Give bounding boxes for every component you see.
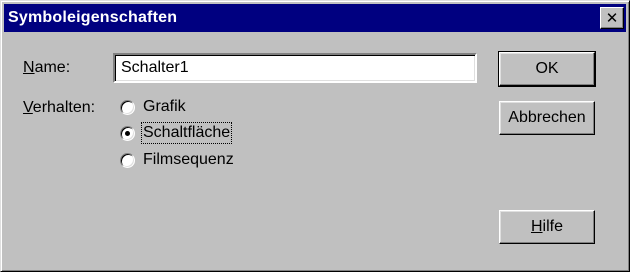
dialog-title: Symboleigenschaften xyxy=(8,9,178,26)
ok-button[interactable]: OK xyxy=(498,51,596,87)
radio-schaltflaeche[interactable]: Schaltfläche xyxy=(120,122,233,144)
symbol-properties-dialog: Symboleigenschaften ✕ Name: Verhalten: G… xyxy=(0,0,630,272)
behavior-label: Verhalten: xyxy=(23,99,96,116)
cancel-button[interactable]: Abbrechen xyxy=(499,101,595,135)
radio-grafik[interactable]: Grafik xyxy=(120,96,186,118)
radio-filmsequenz[interactable]: Filmsequenz xyxy=(120,149,234,171)
help-button[interactable]: Hilfe xyxy=(499,210,595,244)
radio-label-filmsequenz: Filmsequenz xyxy=(143,151,234,168)
close-icon: ✕ xyxy=(605,9,619,27)
close-button[interactable]: ✕ xyxy=(600,7,624,29)
name-label: Name: xyxy=(23,59,71,76)
name-input[interactable] xyxy=(113,53,477,83)
radio-button-schaltflaeche[interactable] xyxy=(120,125,135,141)
radio-label-schaltflaeche: Schaltfläche xyxy=(140,122,233,144)
radio-button-grafik[interactable] xyxy=(120,99,135,115)
radio-label-grafik: Grafik xyxy=(143,98,186,115)
title-bar[interactable]: Symboleigenschaften ✕ xyxy=(4,4,626,32)
radio-button-filmsequenz[interactable] xyxy=(120,152,135,168)
